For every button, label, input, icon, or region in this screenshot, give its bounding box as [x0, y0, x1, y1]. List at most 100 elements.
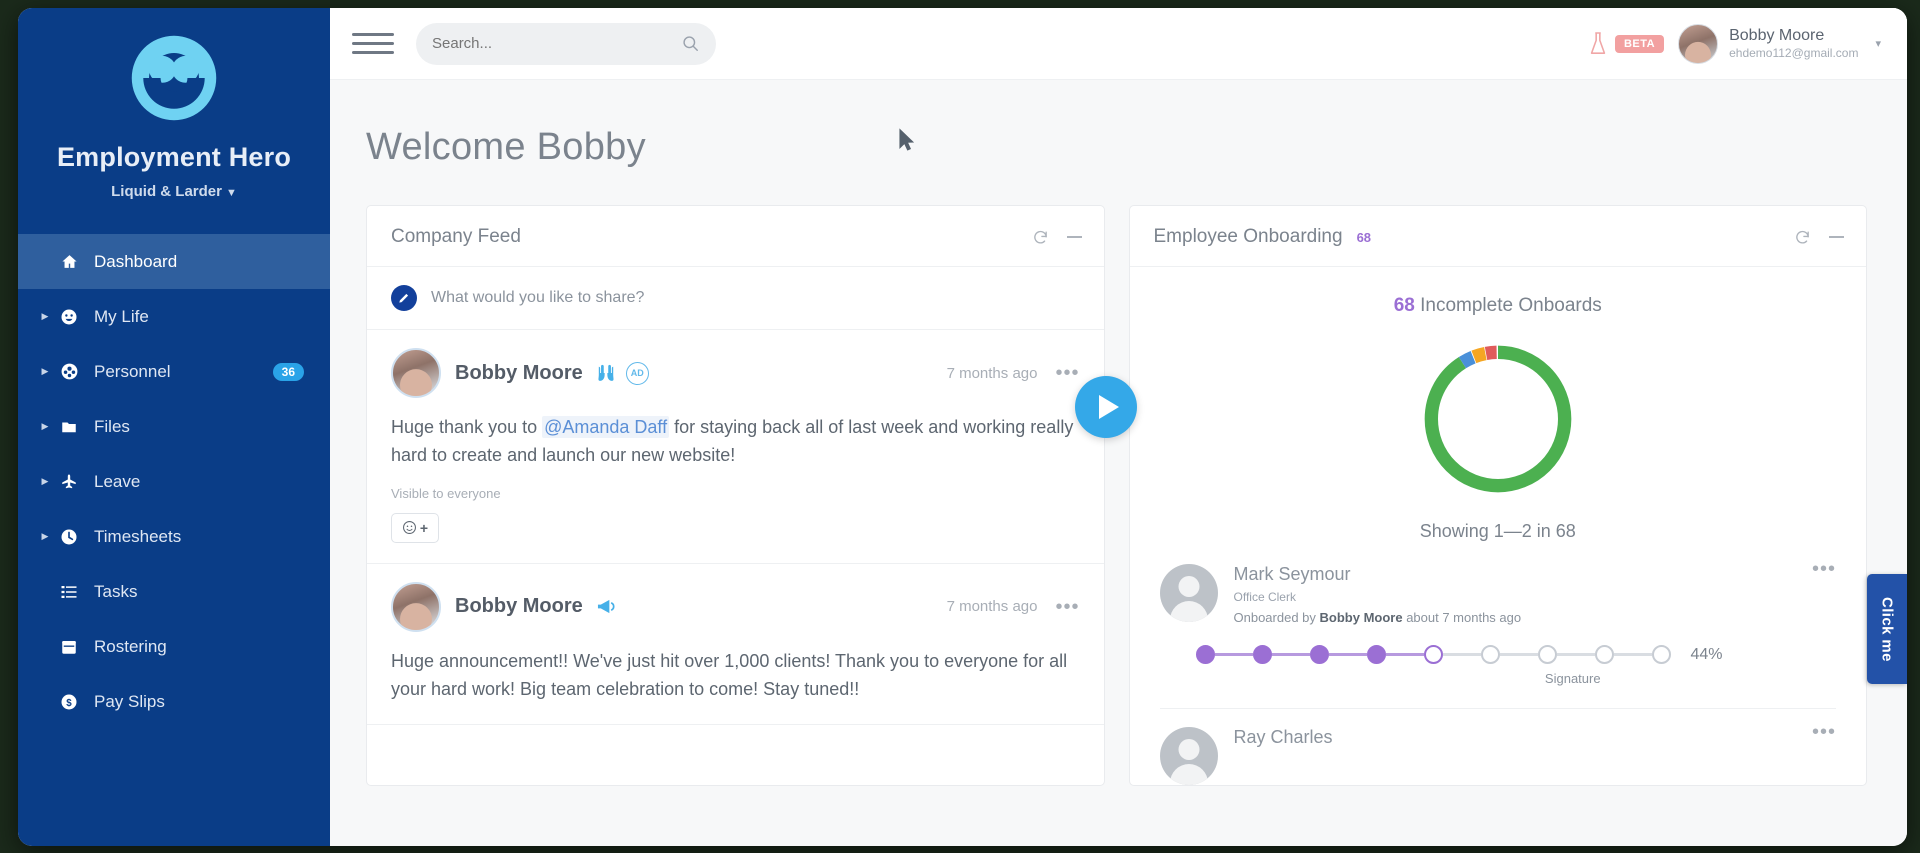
feed-post: Bobby Moore 7 months ago ••• Huge announ…	[367, 564, 1104, 725]
logo-wrap	[18, 30, 330, 126]
user-email: ehdemo112@gmail.com	[1729, 46, 1859, 60]
sidebar-item-dashboard[interactable]: ▶ Dashboard	[18, 234, 330, 289]
hamburger-icon[interactable]	[352, 27, 394, 61]
post-badges	[595, 597, 618, 616]
onboarding-count-badge: 68	[1356, 229, 1372, 245]
progress-step-current[interactable]	[1423, 645, 1443, 664]
emoji-face-icon	[402, 521, 416, 535]
card-title: Company Feed	[391, 226, 521, 247]
expand-arrow-icon[interactable]: ▶	[36, 421, 54, 432]
incomplete-label: Incomplete Onboards	[1414, 295, 1602, 316]
expand-arrow-icon[interactable]: ▶	[36, 531, 54, 542]
sidebar-nav: ▶ Dashboard ▶ My Life ▶ Personn	[18, 234, 330, 729]
sidebar-item-pay-slips[interactable]: ▶ $ Pay Slips	[18, 674, 330, 729]
beta-badge: BETA	[1614, 34, 1665, 53]
progress-step[interactable]	[1594, 645, 1614, 664]
post-author: Bobby Moore	[455, 595, 583, 618]
refresh-icon[interactable]	[1032, 229, 1049, 246]
plus-icon: +	[419, 519, 429, 536]
onboarding-body: 68 Incomplete Onboards Showing 1—2 in 68…	[1130, 267, 1867, 785]
sidebar-item-my-life[interactable]: ▶ My Life	[18, 289, 330, 344]
progress-percent: 44%	[1690, 645, 1723, 663]
employment-hero-logo-icon	[131, 35, 217, 121]
search-icon[interactable]	[681, 34, 700, 53]
expand-arrow-icon[interactable]: ▶	[36, 366, 54, 377]
avatar	[1159, 564, 1218, 622]
list-item[interactable]: Ray Charles •••	[1156, 709, 1841, 785]
onboarded-prefix: Onboarded by	[1233, 610, 1320, 625]
sidebar-item-tasks[interactable]: ▶ Tasks	[18, 564, 330, 619]
top-bar-right: BETA Bobby Moore ehdemo112@gmail.com ▾	[1587, 23, 1907, 64]
folder-icon	[54, 418, 84, 436]
beta-indicator[interactable]: BETA	[1587, 31, 1665, 57]
progress-line	[1613, 653, 1652, 656]
employee-info: Mark Seymour Office Clerk Onboarded by B…	[1234, 564, 1812, 625]
sidebar-item-personnel[interactable]: ▶ Personnel 36	[18, 344, 330, 399]
play-button[interactable]	[1075, 376, 1137, 438]
list-icon	[54, 583, 84, 601]
post-body-prefix: Huge thank you to	[391, 417, 543, 437]
sidebar-item-rostering[interactable]: ▶ Rostering	[18, 619, 330, 674]
onboarded-by-name: Bobby Moore	[1319, 610, 1403, 625]
post-timestamp: 7 months ago	[946, 364, 1038, 382]
employee-onboarded-by: Onboarded by Bobby Moore about 7 months …	[1234, 610, 1812, 625]
minimize-icon[interactable]	[1829, 236, 1844, 238]
more-dots-icon[interactable]: •••	[1055, 363, 1079, 383]
sidebar-item-label: Files	[94, 416, 130, 436]
search-box[interactable]	[416, 22, 716, 65]
onboarding-progress: 44%	[1156, 625, 1841, 664]
post-author: Bobby Moore	[455, 361, 583, 384]
clock-icon	[54, 528, 84, 546]
card-title: Employee Onboarding	[1153, 226, 1343, 247]
progress-step[interactable]	[1537, 645, 1557, 664]
add-reaction-button[interactable]: +	[391, 512, 439, 543]
org-switcher[interactable]: Liquid & Larder ▼	[18, 183, 330, 200]
home-icon	[54, 253, 84, 270]
sidebar-item-label: Leave	[94, 471, 141, 491]
progress-step[interactable]	[1195, 645, 1215, 664]
minimize-icon[interactable]	[1066, 236, 1082, 238]
sidebar-item-label: Tasks	[94, 581, 138, 601]
company-feed-header: Company Feed	[367, 206, 1104, 267]
sidebar-item-leave[interactable]: ▶ Leave	[18, 454, 330, 509]
expand-arrow-icon[interactable]: ▶	[36, 476, 54, 487]
post-visibility: Visible to everyone	[391, 485, 501, 501]
donut-svg	[1424, 345, 1572, 493]
incomplete-count: 68	[1393, 295, 1415, 316]
sidebar-item-files[interactable]: ▶ Files	[18, 399, 330, 454]
share-composer[interactable]: What would you like to share?	[367, 267, 1104, 330]
play-icon	[1098, 395, 1119, 419]
more-dots-icon[interactable]: •••	[1812, 722, 1836, 785]
post-timestamp: 7 months ago	[946, 598, 1038, 616]
user-menu[interactable]: Bobby Moore ehdemo112@gmail.com ▾	[1678, 23, 1881, 64]
post-mention[interactable]: @Amanda Daff	[542, 416, 670, 438]
sidebar-item-timesheets[interactable]: ▶ Timesheets	[18, 509, 330, 564]
sidebar-item-label: Personnel	[94, 361, 171, 381]
refresh-icon[interactable]	[1794, 229, 1811, 246]
smiley-icon	[54, 308, 84, 326]
progress-step[interactable]	[1252, 645, 1272, 664]
browser-window: Employment Hero Liquid & Larder▼ ▶ Dashb…	[18, 8, 1907, 846]
progress-step[interactable]	[1366, 645, 1386, 664]
expand-arrow-icon[interactable]: ▶	[36, 311, 54, 322]
avatar	[1159, 727, 1218, 785]
sidebar-item-label: My Life	[94, 306, 149, 326]
progress-step[interactable]	[1651, 645, 1671, 664]
progress-step[interactable]	[1480, 645, 1500, 664]
employee-name: Mark Seymour	[1233, 564, 1351, 584]
progress-step[interactable]	[1309, 645, 1329, 664]
chevron-down-icon[interactable]: ▾	[1875, 37, 1881, 50]
sidebar-badge-personnel: 36	[272, 362, 304, 381]
click-me-tab[interactable]: Click me	[1867, 574, 1907, 684]
incomplete-onboards-headline: 68 Incomplete Onboards	[1156, 295, 1841, 317]
user-text: Bobby Moore ehdemo112@gmail.com	[1729, 26, 1858, 61]
more-dots-icon[interactable]: •••	[1055, 597, 1079, 617]
post-header: Bobby Moore AD 7 months ago •••	[391, 348, 1080, 398]
more-dots-icon[interactable]: •••	[1812, 559, 1836, 625]
list-item[interactable]: Mark Seymour Office Clerk Onboarded by B…	[1156, 542, 1841, 625]
search-input[interactable]	[432, 35, 681, 52]
brand-block: Employment Hero Liquid & Larder ▼	[18, 8, 330, 200]
post-badges: AD	[595, 361, 649, 385]
post-meta: 7 months ago •••	[946, 597, 1080, 617]
main-content: BETA Bobby Moore ehdemo112@gmail.com ▾ W…	[330, 8, 1907, 846]
